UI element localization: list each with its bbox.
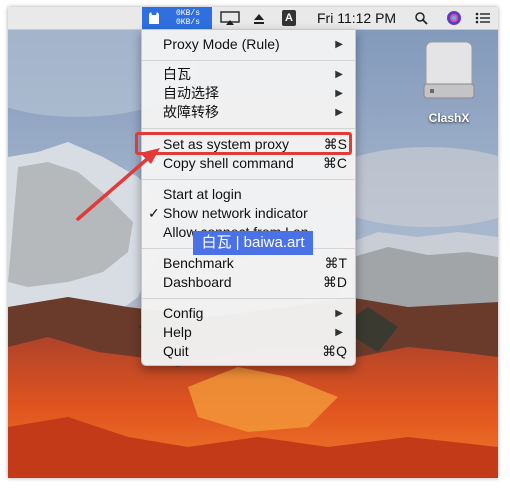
screenshot-frame: 0KB/s 0KB/s A Fri 11:12 PM ClashX Proxy … [8,7,498,478]
watermark-badge: 白瓦 | baiwa.art [193,231,313,255]
